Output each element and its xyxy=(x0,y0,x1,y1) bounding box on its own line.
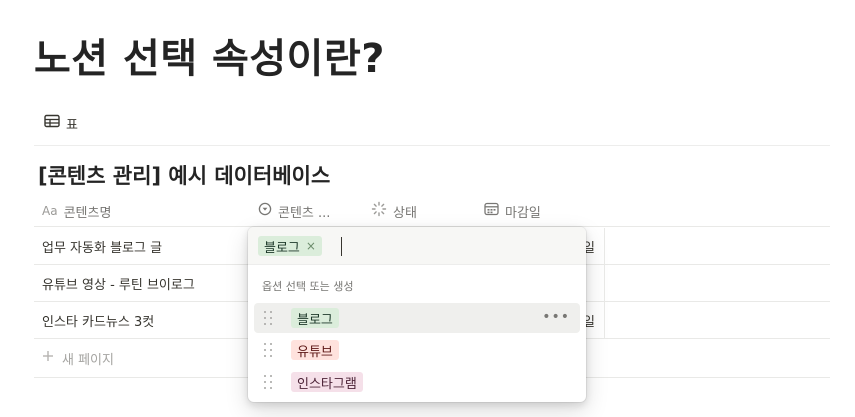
view-divider xyxy=(34,145,830,146)
drag-handle-icon[interactable] xyxy=(264,342,274,358)
column-divider xyxy=(604,302,605,338)
row-title[interactable]: 유튜브 영상 - 루틴 브이로그 xyxy=(42,265,195,301)
column-header-label: 콘텐츠명 xyxy=(63,205,112,221)
column-header-status[interactable]: 상태 xyxy=(371,196,417,226)
column-header-label: 마감일 xyxy=(505,205,541,221)
chip-label: 블로그 xyxy=(264,240,300,256)
select-dropdown: 블로그 × 옵션 선택 또는 생성 블로그 ••• 유튜브 인스타그램 xyxy=(248,227,586,402)
column-divider xyxy=(604,265,605,301)
table-header: Aa 콘텐츠명 콘텐츠 ... 상태 마감일 xyxy=(34,196,830,227)
column-header-label: 콘텐츠 ... xyxy=(278,205,331,221)
page-title: 노션 선택 속성이란? xyxy=(34,36,385,82)
row-title[interactable]: 업무 자동화 블로그 글 xyxy=(42,228,162,264)
text-property-icon: Aa xyxy=(42,204,58,218)
option-item-instagram[interactable]: 인스타그램 xyxy=(254,367,580,397)
more-options-icon[interactable]: ••• xyxy=(542,309,570,325)
row-title[interactable]: 인스타 카드뉴스 3컷 xyxy=(42,302,154,338)
dropdown-caption: 옵션 선택 또는 생성 xyxy=(262,280,354,293)
option-chip: 유튜브 xyxy=(291,340,339,360)
option-item-blog[interactable]: 블로그 ••• xyxy=(254,303,580,333)
remove-option-icon[interactable]: × xyxy=(306,239,316,253)
select-property-icon xyxy=(258,202,272,220)
column-header-due-date[interactable]: 마감일 xyxy=(484,196,541,226)
option-item-youtube[interactable]: 유튜브 xyxy=(254,335,580,365)
select-search-input[interactable]: 블로그 × xyxy=(248,227,586,265)
status-property-icon xyxy=(371,201,387,221)
drag-handle-icon[interactable] xyxy=(264,310,274,326)
column-header-content-type[interactable]: 콘텐츠 ... xyxy=(258,196,330,226)
selected-option-chip: 블로그 × xyxy=(258,236,322,256)
table-icon xyxy=(44,114,60,132)
tab-label: 표 xyxy=(66,117,78,133)
plus-icon xyxy=(42,350,54,366)
column-divider xyxy=(604,228,605,264)
option-chip: 인스타그램 xyxy=(291,372,363,392)
new-page-label: 새 페이지 xyxy=(62,352,114,368)
text-cursor xyxy=(341,237,342,256)
tab-table-view[interactable]: 표 xyxy=(44,112,78,134)
new-page-button[interactable]: 새 페이지 xyxy=(42,347,114,369)
drag-handle-icon[interactable] xyxy=(264,374,274,390)
column-header-name[interactable]: Aa 콘텐츠명 xyxy=(42,196,111,226)
database-title[interactable]: [콘텐츠 관리] 예시 데이터베이스 xyxy=(38,160,330,190)
option-chip: 블로그 xyxy=(291,308,339,328)
column-header-label: 상태 xyxy=(393,205,417,221)
date-property-icon xyxy=(484,202,499,220)
